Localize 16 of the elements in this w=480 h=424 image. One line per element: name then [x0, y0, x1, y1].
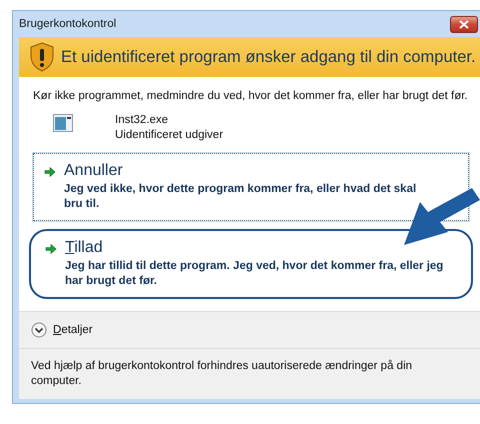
details-button[interactable]: Detaljer: [31, 322, 93, 338]
arrow-icon: [44, 166, 56, 178]
publisher-text: Uidentificeret udgiver: [115, 129, 224, 141]
chevron-circle-icon: [31, 322, 47, 338]
description-text: Kør ikke programmet, medmindre du ved, hvor det kommer fra, eller har brugt det før.: [33, 89, 469, 104]
window-title: Brugerkontokontrol: [19, 18, 116, 30]
close-icon: [459, 20, 469, 28]
close-button[interactable]: [450, 16, 478, 32]
program-name: Inst32.exe: [115, 114, 170, 126]
footer-text: Ved hjælp af brugerkontokontrol forhindres uautoriserede ændringer på din computer.: [19, 348, 480, 399]
option-button[interactable]: Annuller Jeg ved ikke, hvor dette program kommer fra, eller hvad det skal bru til.: [33, 153, 469, 221]
banner-text: Et uidentificeret program ønsker adgang til din computer.: [61, 48, 476, 66]
program-icon: [53, 114, 73, 132]
shield-warning-icon: [29, 42, 55, 72]
arrow-icon: [45, 243, 57, 255]
option-button[interactable]: Tillad Jeg har tillid til dette program. Jeg ved, hvor det kommer fra, eller jeg har brugt det før.: [29, 229, 473, 299]
